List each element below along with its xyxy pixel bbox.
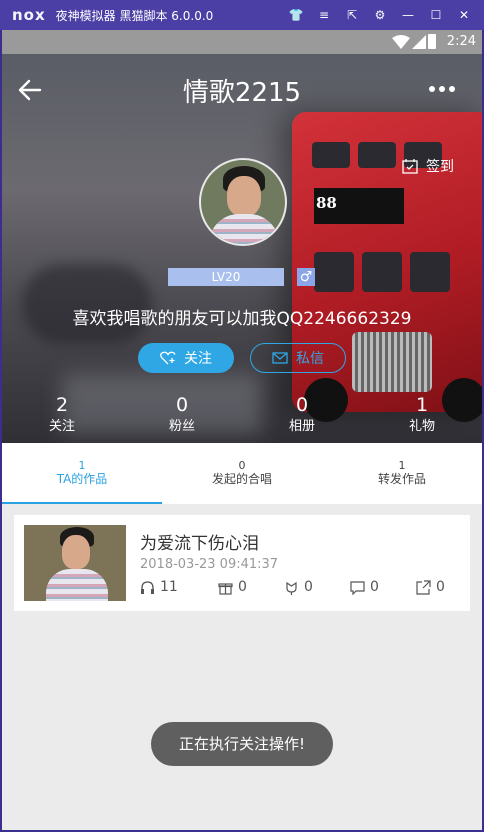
tab-count: 1 [78, 459, 86, 472]
stat-label: 礼物 [408, 419, 435, 434]
phone-screen: 2:24 88 情歌2215 签到 LV20 ♂ 喜欢我唱歌的朋友可以加我QQ2… [2, 30, 482, 830]
flowers-count: 0 [304, 579, 313, 595]
page-title: 情歌2215 [182, 78, 302, 108]
metric-flowers: 0 [284, 579, 313, 595]
more-icon[interactable] [428, 82, 456, 96]
bus-sign: 88 [314, 188, 404, 224]
toast-message: 正在执行关注操作! [151, 722, 333, 766]
menu-icon[interactable]: ≡ [310, 8, 338, 22]
stat-count: 0 [295, 394, 309, 416]
profile-header-background: 88 [2, 54, 482, 443]
profile-stats: 2 关注 0 粉丝 0 相册 1 礼物 [2, 394, 482, 440]
tab-label: 发起的合唱 [211, 472, 272, 486]
follow-button[interactable]: 关注 [138, 343, 234, 373]
male-gender-icon: ♂ [297, 268, 315, 286]
stat-count: 1 [415, 394, 429, 416]
status-time: 2:24 [446, 34, 476, 49]
stat-count: 0 [175, 394, 189, 416]
comments-count: 0 [370, 579, 379, 595]
user-signature: 喜欢我唱歌的朋友可以加我QQ2246662329 [72, 309, 412, 329]
stat-albums[interactable]: 0 相册 [262, 394, 342, 438]
emulator-logo: nox [12, 6, 46, 24]
metric-gifts: 0 [218, 579, 247, 595]
tab-my-works[interactable]: 1 TA的作品 [2, 443, 162, 504]
gear-icon[interactable]: ⚙ [366, 8, 394, 22]
flower-icon [286, 581, 297, 595]
avatar[interactable] [199, 158, 287, 246]
calendar-check-icon [402, 159, 418, 174]
stat-fans[interactable]: 0 粉丝 [142, 394, 222, 438]
tab-reposts[interactable]: 1 转发作品 [322, 443, 482, 504]
shares-count: 0 [436, 579, 445, 595]
stat-label: 粉丝 [168, 419, 195, 434]
works-tabs: 1 TA的作品 0 发起的合唱 1 转发作品 [2, 443, 482, 504]
checkin-label: 签到 [426, 159, 454, 175]
message-label: 私信 [296, 351, 324, 367]
emulator-controls: 👕 ≡ ⇱ ⚙ — ☐ ✕ [282, 0, 478, 30]
tab-count: 0 [238, 459, 246, 472]
pin-icon[interactable]: ⇱ [338, 8, 366, 22]
maximize-icon[interactable]: ☐ [422, 8, 450, 22]
comment-icon [350, 580, 365, 595]
listens-count: 11 [160, 579, 178, 595]
minimize-icon[interactable]: — [394, 8, 422, 22]
tab-label: 转发作品 [377, 472, 426, 486]
stat-label: 关注 [48, 419, 75, 434]
work-date: 2018-03-23 09:41:37 [140, 557, 279, 572]
metric-shares: 0 [416, 579, 445, 595]
stat-gifts[interactable]: 1 礼物 [382, 394, 462, 438]
envelope-icon [272, 352, 288, 364]
signal-icon [412, 35, 426, 49]
emulator-title: 夜神模拟器 黑猫脚本 6.0.0.0 [55, 8, 214, 23]
work-card[interactable]: 为爱流下伤心泪 2018-03-23 09:41:37 11 0 0 0 0 [14, 515, 470, 611]
follow-label: 关注 [184, 351, 212, 367]
wifi-icon [392, 35, 410, 49]
stat-label: 相册 [288, 419, 315, 434]
bus-grille [352, 332, 432, 392]
level-badge: LV20 [168, 268, 284, 286]
work-title: 为爱流下伤心泪 [140, 534, 259, 554]
gift-icon [218, 582, 233, 595]
tab-count: 1 [398, 459, 406, 472]
work-metrics: 11 0 0 0 0 [140, 579, 460, 599]
battery-icon [428, 34, 436, 49]
stat-count: 2 [55, 394, 69, 416]
tab-label: TA的作品 [56, 472, 108, 486]
close-icon[interactable]: ✕ [450, 8, 478, 22]
tab-chorus[interactable]: 0 发起的合唱 [162, 443, 322, 504]
shirt-icon[interactable]: 👕 [282, 8, 310, 22]
message-button[interactable]: 私信 [250, 343, 346, 373]
headphones-icon [141, 580, 154, 594]
gifts-count: 0 [238, 579, 247, 595]
share-icon [416, 579, 431, 595]
metric-comments: 0 [350, 579, 379, 595]
heart-plus-icon [160, 351, 176, 365]
metric-listens: 11 [140, 579, 178, 595]
status-bar: 2:24 [2, 30, 482, 54]
checkin-button[interactable]: 签到 [402, 156, 454, 176]
stat-following[interactable]: 2 关注 [22, 394, 102, 438]
work-thumbnail [24, 525, 126, 601]
emulator-title-bar: nox 夜神模拟器 黑猫脚本 6.0.0.0 👕 ≡ ⇱ ⚙ — ☐ ✕ [0, 0, 484, 30]
